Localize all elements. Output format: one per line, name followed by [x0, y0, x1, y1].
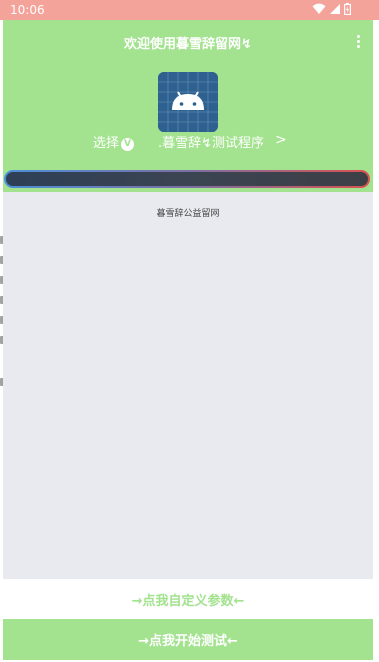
content-title: 暮雪辞公益留网: [156, 209, 220, 219]
progress-track: [6, 172, 368, 186]
dialog-header: 欢迎使用暮雪辞留网↯ 选择 V .暮雪辞↯测试程序 >: [3, 20, 373, 192]
status-icons: [312, 3, 351, 15]
verified-badge-icon: V: [121, 138, 135, 151]
start-test-button[interactable]: →点我开始测试←: [3, 619, 373, 660]
signal-icon: [330, 4, 340, 14]
select-label: 选择: [93, 136, 120, 151]
android-app-icon[interactable]: [158, 72, 218, 132]
status-bar: 10:06: [0, 0, 379, 20]
wifi-icon: [312, 3, 326, 14]
select-program-button[interactable]: 选择 V: [93, 132, 135, 151]
dialog-title: 欢迎使用暮雪辞留网↯: [124, 37, 252, 52]
chevron-right-icon[interactable]: >: [275, 132, 287, 148]
status-time: 10:06: [10, 3, 45, 17]
program-name[interactable]: .暮雪辞↯测试程序: [158, 132, 264, 151]
custom-params-button[interactable]: →点我自定义参数←: [3, 579, 373, 619]
test-dialog: 欢迎使用暮雪辞留网↯ 选择 V .暮雪辞↯测试程序 > 暮雪辞公益留网 →点我自…: [3, 20, 373, 660]
progress-bar: [4, 170, 370, 188]
battery-icon: [344, 3, 351, 15]
more-options-icon[interactable]: [355, 35, 361, 49]
